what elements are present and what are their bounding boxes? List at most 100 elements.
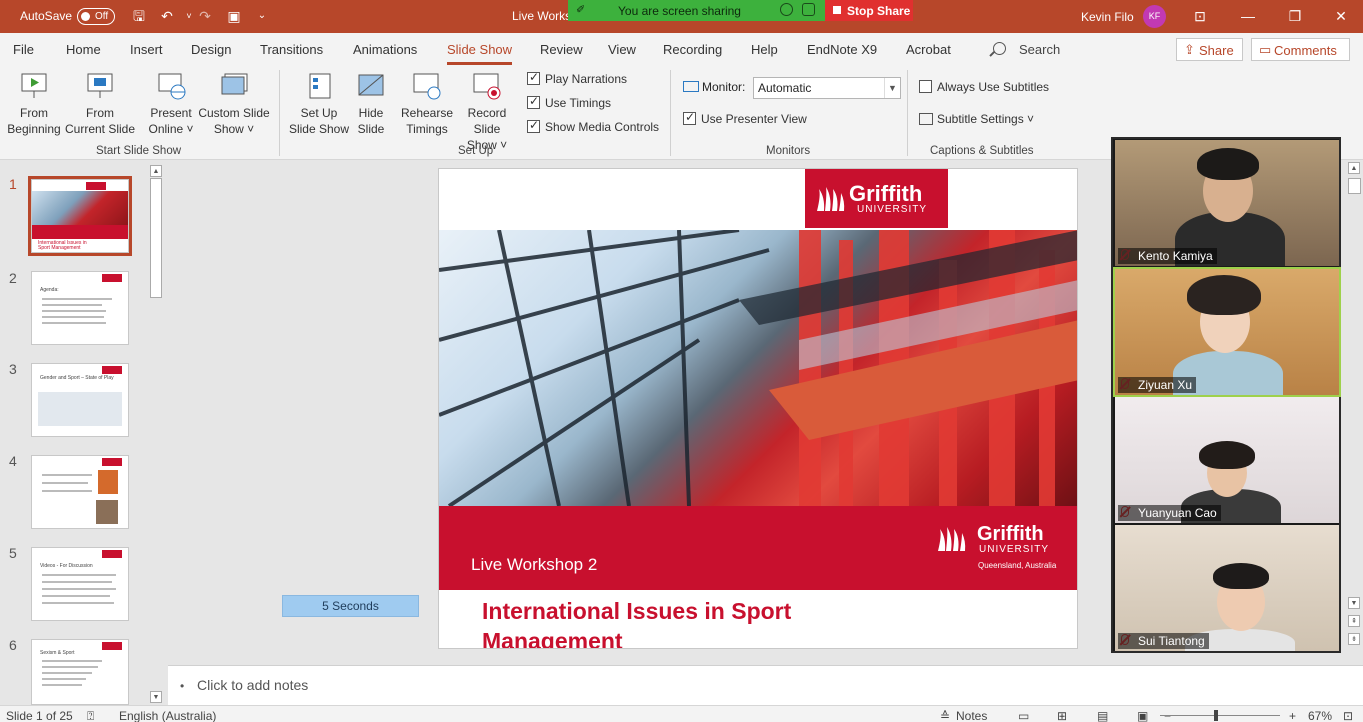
start-presentation-icon[interactable]: ▣: [224, 7, 244, 25]
checkbox-unchecked: [919, 80, 932, 93]
comments-label: Comments: [1274, 43, 1337, 58]
close-icon[interactable]: ✕: [1329, 6, 1353, 26]
slide-thumbnail-4[interactable]: [31, 455, 129, 529]
ribbon-display-icon[interactable]: ⊡: [1188, 6, 1212, 26]
thumb-line: [42, 595, 110, 597]
show-media-controls-checkbox[interactable]: Show Media Controls: [527, 118, 659, 134]
record-slide-show-button[interactable]: Record Slide Show ˅: [453, 71, 521, 153]
stop-share-button[interactable]: Stop Share: [825, 0, 913, 21]
custom-show-l2: Show ˅: [213, 122, 255, 136]
tab-insert[interactable]: Insert: [130, 42, 163, 57]
presenter-view-checkbox[interactable]: Use Presenter View: [683, 110, 807, 126]
screen-sharing-label: You are screen sharing: [618, 4, 741, 18]
security-shield-icon[interactable]: [802, 3, 815, 16]
scroll-down-icon[interactable]: ▼: [1348, 597, 1360, 609]
slide-show-view-icon[interactable]: ▣: [1137, 709, 1148, 722]
subtitle-settings-button[interactable]: Subtitle Settings ˅: [919, 112, 1034, 126]
tab-view[interactable]: View: [608, 42, 636, 57]
scroll-up-icon[interactable]: ▲: [150, 165, 162, 177]
always-use-subtitles-checkbox[interactable]: Always Use Subtitles: [919, 80, 1049, 94]
zoom-slider-knob[interactable]: [1214, 710, 1218, 721]
stop-icon: [833, 6, 841, 14]
notes-toggle-button[interactable]: Notes: [956, 709, 987, 722]
thumb-line: [42, 666, 98, 668]
language-indicator[interactable]: English (Australia): [119, 709, 216, 722]
tab-animations[interactable]: Animations: [353, 42, 417, 57]
restore-icon[interactable]: ❐: [1283, 6, 1307, 26]
custom-slide-show-button[interactable]: Custom Slide Show ˅: [197, 71, 271, 137]
monitor-value: Automatic: [758, 81, 812, 95]
notes-pane[interactable]: • Click to add notes: [168, 665, 1363, 705]
ribbon-tabs: File Home Insert Design Transitions Anim…: [0, 33, 1363, 66]
slide-thumbnail-6[interactable]: Sexism & Sport: [31, 639, 129, 705]
campus-building-photo: [439, 230, 1077, 506]
participant-name: Yuanyuan Cao: [1118, 505, 1221, 521]
tab-endnote[interactable]: EndNote X9: [807, 42, 877, 57]
undo-icon[interactable]: ↶: [157, 7, 177, 25]
play-narrations-checkbox[interactable]: Play Narrations: [527, 70, 627, 86]
thumbnails-scrollbar[interactable]: ▲ ▼: [148, 163, 164, 703]
slide-thumbnail-2[interactable]: Agenda:: [31, 271, 129, 345]
search-icon[interactable]: [993, 42, 1006, 55]
monitor-select[interactable]: Automatic ▼: [753, 77, 901, 99]
redo-icon[interactable]: ↷: [195, 7, 215, 25]
slide-thumbnail-3[interactable]: Gender and Sport – State of Play: [31, 363, 129, 437]
screen-sharing-banner: ✐ You are screen sharing: [568, 0, 825, 21]
current-slide[interactable]: Griffith UNIVERSITY Live Workshop 2 Grif…: [438, 168, 1078, 649]
scroll-up-icon[interactable]: ▲: [1348, 162, 1360, 174]
rehearse-timings-button[interactable]: Rehearse Timings: [400, 71, 454, 137]
normal-view-icon[interactable]: ▭: [1018, 709, 1029, 722]
notes-placeholder[interactable]: Click to add notes: [197, 677, 308, 693]
tab-review[interactable]: Review: [540, 42, 583, 57]
set-up-slide-show-button[interactable]: Set Up Slide Show: [287, 71, 351, 137]
status-bar: Slide 1 of 25 ⍰ English (Australia) ≙ No…: [0, 705, 1363, 722]
comments-button[interactable]: ▭ Comments: [1251, 38, 1350, 61]
fit-to-window-icon[interactable]: ⊡: [1343, 709, 1353, 722]
participant-tile-1[interactable]: Kento Kamiya: [1115, 140, 1339, 266]
reading-view-icon[interactable]: ▤: [1097, 709, 1108, 722]
play-slide-icon: [19, 71, 49, 101]
autosave-toggle[interactable]: Off: [77, 8, 115, 25]
avatar[interactable]: KF: [1143, 5, 1166, 28]
slide-thumbnail-1[interactable]: International Issues in Sport Management: [28, 176, 132, 256]
share-button[interactable]: ⇪ Share: [1176, 38, 1243, 61]
use-timings-checkbox[interactable]: Use Timings: [527, 94, 611, 110]
save-icon[interactable]: 🖫: [129, 7, 149, 25]
tab-acrobat[interactable]: Acrobat: [906, 42, 951, 57]
participant-name: Kento Kamiya: [1118, 248, 1217, 264]
tab-slide-show[interactable]: Slide Show: [447, 42, 513, 65]
participant-tile-3[interactable]: Yuanyuan Cao: [1115, 397, 1339, 523]
slide-scrollbar[interactable]: ▲ ▼ ⇞ ⇟: [1346, 160, 1363, 665]
participant-tile-2[interactable]: Ziyuan Xu: [1113, 267, 1341, 397]
slide-title[interactable]: International Issues in Sport Management: [482, 596, 902, 648]
setup-group-label: Set Up: [458, 145, 494, 157]
zoom-in-icon[interactable]: +: [1289, 709, 1296, 722]
present-online-button[interactable]: Present Online ˅: [143, 71, 199, 137]
pause-share-icon[interactable]: [780, 3, 793, 16]
accessibility-icon[interactable]: ⍰: [87, 709, 94, 722]
captions-group-label: Captions & Subtitles: [930, 145, 1034, 157]
hide-slide-button[interactable]: Hide Slide: [352, 71, 390, 137]
customize-toolbar-icon[interactable]: ⌄: [252, 7, 272, 25]
zoom-level[interactable]: 67%: [1308, 709, 1332, 722]
from-current-slide-button[interactable]: From Current Slide: [64, 71, 136, 137]
search-box[interactable]: Search: [1019, 42, 1060, 57]
tab-design[interactable]: Design: [191, 42, 231, 57]
minimize-icon[interactable]: —: [1236, 6, 1260, 26]
slide-thumbnail-5[interactable]: Videos - For Discussion: [31, 547, 129, 621]
next-slide-icon[interactable]: ⇟: [1348, 633, 1360, 645]
tab-home[interactable]: Home: [66, 42, 101, 57]
slide-sorter-icon[interactable]: ⊞: [1057, 709, 1067, 722]
participant-tile-4[interactable]: Sui Tiantong: [1115, 525, 1339, 651]
previous-slide-icon[interactable]: ⇞: [1348, 615, 1360, 627]
from-beginning-button[interactable]: From Beginning: [6, 71, 62, 137]
tab-help[interactable]: Help: [751, 42, 778, 57]
tab-transitions[interactable]: Transitions: [260, 42, 323, 57]
thumb-number: 4: [9, 453, 17, 469]
tab-file[interactable]: File: [13, 42, 34, 57]
tab-recording[interactable]: Recording: [663, 42, 722, 57]
zoom-slider[interactable]: [1160, 715, 1280, 716]
scroll-thumb[interactable]: [150, 178, 162, 298]
scroll-thumb[interactable]: [1348, 178, 1361, 194]
scroll-down-icon[interactable]: ▼: [150, 691, 162, 703]
